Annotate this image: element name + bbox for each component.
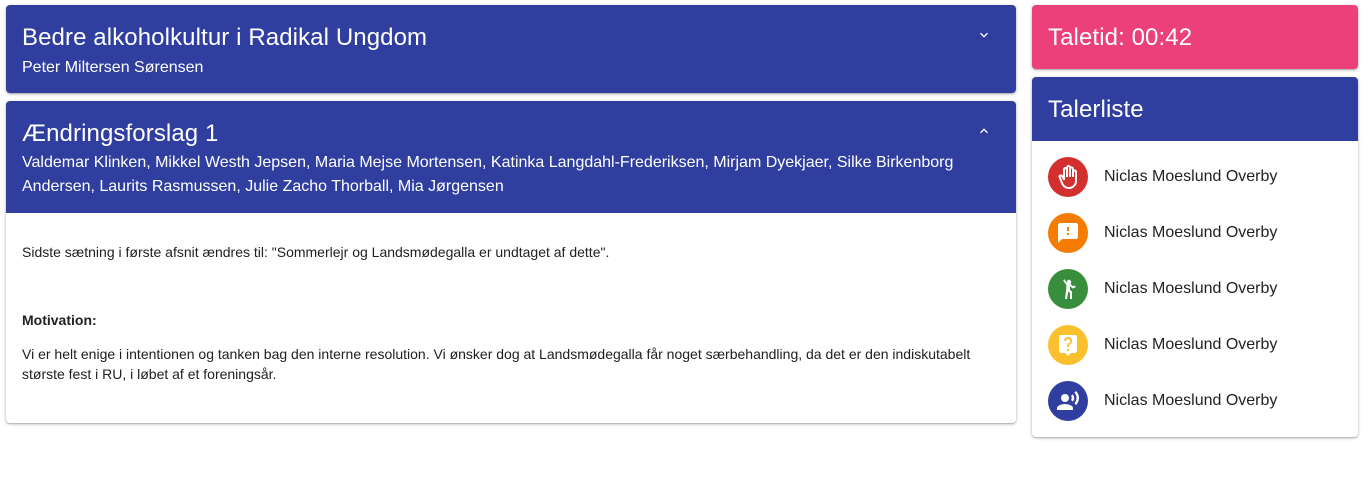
resolution-title: Bedre alkoholkultur i Radikal Ungdom [22, 24, 428, 51]
speaker-list: Niclas Moeslund Overby Niclas Moeslund O… [1032, 141, 1358, 429]
amendment-card: Ændringsforslag 1 Valdemar Klinken, Mikk… [6, 101, 1016, 423]
speaker-list-title: Talerliste [1048, 96, 1144, 123]
speaking-time-label: Taletid: 00:42 [1048, 24, 1193, 51]
amendment-text: Sidste sætning i første afsnit ændres ti… [22, 244, 610, 260]
amendment-authors: Valdemar Klinken, Mikkel Westh Jepsen, M… [22, 154, 954, 195]
exclamation-icon [1048, 213, 1088, 253]
motivation-text: Vi er helt enige i intentionen og tanken… [22, 346, 971, 382]
resolution-card: Bedre alkoholkultur i Radikal Ungdom Pet… [6, 5, 1016, 93]
speaker-name: Niclas Moeslund Overby [1104, 392, 1278, 409]
resolution-author: Peter Miltersen Sørensen [22, 59, 204, 76]
speaker-name: Niclas Moeslund Overby [1104, 336, 1278, 353]
speaker-list-item[interactable]: Niclas Moeslund Overby [1032, 317, 1358, 373]
speaker-name: Niclas Moeslund Overby [1104, 168, 1278, 185]
question-icon [1048, 325, 1088, 365]
speaker-name: Niclas Moeslund Overby [1104, 280, 1278, 297]
chevron-down-icon[interactable] [976, 27, 992, 43]
speaker-list-card: Talerliste Niclas Moeslund Overby Niclas… [1032, 77, 1358, 437]
amendment-header[interactable]: Ændringsforslag 1 Valdemar Klinken, Mikk… [6, 101, 1016, 213]
speaker-list-item[interactable]: Niclas Moeslund Overby [1032, 205, 1358, 261]
speaking-person-icon [1048, 381, 1088, 421]
amendment-title: Ændringsforslag 1 [22, 120, 219, 147]
raised-hand-person-icon [1048, 269, 1088, 309]
speaker-list-item[interactable]: Niclas Moeslund Overby [1032, 149, 1358, 205]
resolution-header[interactable]: Bedre alkoholkultur i Radikal Ungdom Pet… [6, 5, 1016, 93]
motivation-label: Motivation: [22, 312, 97, 328]
speaker-list-header: Talerliste [1032, 77, 1358, 141]
chevron-up-icon[interactable] [976, 123, 992, 139]
speaking-time-card: Taletid: 00:42 [1032, 5, 1358, 69]
speaker-name: Niclas Moeslund Overby [1104, 224, 1278, 241]
hand-icon [1048, 157, 1088, 197]
speaker-list-item[interactable]: Niclas Moeslund Overby [1032, 373, 1358, 429]
speaker-list-item[interactable]: Niclas Moeslund Overby [1032, 261, 1358, 317]
